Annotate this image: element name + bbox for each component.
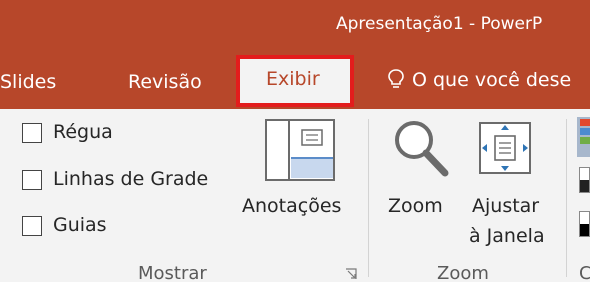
fit-to-window-label-line2: à Janela bbox=[469, 225, 545, 247]
show-group-label: Mostrar bbox=[138, 263, 207, 284]
color-group-label: C bbox=[579, 263, 590, 284]
tab-exibir[interactable]: Exibir bbox=[236, 55, 354, 107]
lightbulb-icon bbox=[388, 69, 404, 88]
color-swatch-icon bbox=[577, 117, 590, 157]
fit-to-window-label-line1: Ajustar bbox=[472, 195, 540, 217]
gridlines-checkbox[interactable] bbox=[22, 170, 42, 190]
fit-to-window-button[interactable]: Ajustar à Janela bbox=[466, 115, 558, 255]
zoom-button[interactable]: Zoom bbox=[385, 115, 455, 240]
tab-revisao[interactable]: Revisão bbox=[128, 71, 202, 93]
ruler-checkbox[interactable] bbox=[22, 123, 42, 143]
gridlines-label: Linhas de Grade bbox=[53, 168, 209, 190]
magnifier-icon bbox=[395, 121, 449, 177]
tab-slides[interactable]: Slides bbox=[0, 71, 56, 93]
color-grayscale-button[interactable] bbox=[573, 115, 590, 245]
notes-button-label: Anotações bbox=[242, 195, 342, 217]
tab-exibir-label: Exibir bbox=[266, 68, 320, 90]
tell-me-text: O que você dese bbox=[412, 69, 572, 91]
group-separator bbox=[566, 119, 567, 277]
title-bar: Apresentação1 - PowerP bbox=[0, 0, 590, 59]
zoom-button-label: Zoom bbox=[388, 195, 443, 217]
tell-me-search[interactable]: O que você dese bbox=[388, 69, 571, 91]
grayscale-swatch-icon bbox=[579, 167, 590, 193]
group-separator bbox=[368, 119, 369, 277]
ribbon-panel: Régua Linhas de Grade Guias Anotações Zo… bbox=[0, 109, 590, 284]
guides-checkbox[interactable] bbox=[22, 216, 42, 236]
zoom-group-label: Zoom bbox=[437, 263, 489, 284]
notes-page-icon bbox=[265, 119, 335, 181]
guides-label: Guias bbox=[53, 214, 107, 236]
dialog-launcher-icon[interactable] bbox=[345, 268, 357, 280]
window-title: Apresentação1 - PowerP bbox=[336, 14, 543, 34]
fit-to-window-icon bbox=[479, 122, 531, 174]
ruler-label: Régua bbox=[53, 121, 113, 143]
black-white-swatch-icon bbox=[579, 211, 590, 237]
notes-button[interactable]: Anotações bbox=[242, 115, 358, 240]
